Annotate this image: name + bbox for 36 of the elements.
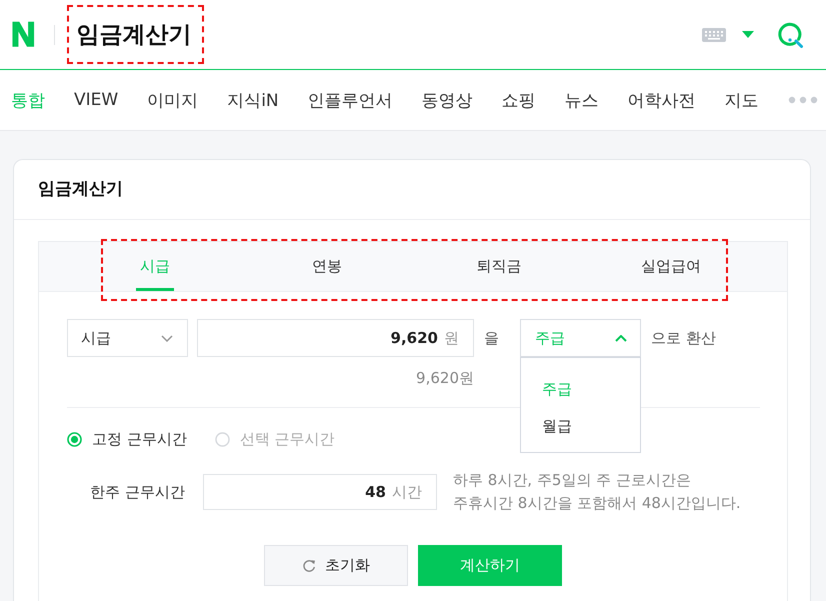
- chevron-down-icon: [161, 334, 173, 342]
- search-icon[interactable]: [777, 22, 803, 48]
- search-query: 임금계산기: [76, 21, 192, 50]
- keyboard-icon[interactable]: [702, 28, 726, 42]
- reset-button[interactable]: 초기화: [264, 545, 408, 586]
- more-icon[interactable]: [788, 96, 818, 104]
- refresh-icon: [302, 558, 316, 572]
- chevron-up-icon: [615, 334, 627, 342]
- card-title: 임금계산기: [14, 160, 810, 220]
- nav-tab[interactable]: 이미지: [147, 88, 198, 112]
- tab[interactable]: 연봉: [308, 242, 346, 291]
- amount-value: 9,620: [390, 329, 438, 347]
- hours-value: 48: [365, 483, 386, 501]
- converted-amount: 9,620원: [415, 368, 474, 389]
- nav-tab[interactable]: 동영상: [422, 88, 473, 112]
- nav-tab[interactable]: 지식iN: [227, 88, 279, 112]
- nav-tab[interactable]: 쇼핑: [502, 88, 536, 112]
- particle-text: 을: [484, 328, 499, 348]
- nav-tab[interactable]: VIEW: [74, 90, 118, 110]
- unit-select[interactable]: 시급: [67, 319, 188, 357]
- radio-option[interactable]: 고정 근무시간: [67, 430, 187, 449]
- field-label: 한주 근무시간: [89, 482, 186, 502]
- suffix-text: 으로 환산: [651, 328, 716, 348]
- unit-label: 시간: [392, 482, 422, 502]
- dropdown-caret-icon[interactable]: [742, 31, 754, 38]
- nav-tab[interactable]: 어학사전: [628, 88, 696, 112]
- tab[interactable]: 퇴직금: [472, 242, 526, 291]
- nav-tab[interactable]: 뉴스: [564, 88, 599, 112]
- amount-field[interactable]: 9,620 원: [197, 319, 474, 357]
- hours-field[interactable]: 48 시간: [203, 474, 437, 510]
- nav-tab[interactable]: 지도: [724, 88, 759, 112]
- tab[interactable]: 실업급여: [637, 242, 705, 291]
- nav-tab[interactable]: 인플루언서: [308, 88, 393, 112]
- unit-label: 원: [444, 328, 459, 348]
- dropdown-option[interactable]: 월급: [521, 408, 640, 445]
- hint-text: 하루 8시간, 주5일의 주 근로시간은 주휴시간 8시간을 포함해서 48시간입니다.: [453, 470, 741, 514]
